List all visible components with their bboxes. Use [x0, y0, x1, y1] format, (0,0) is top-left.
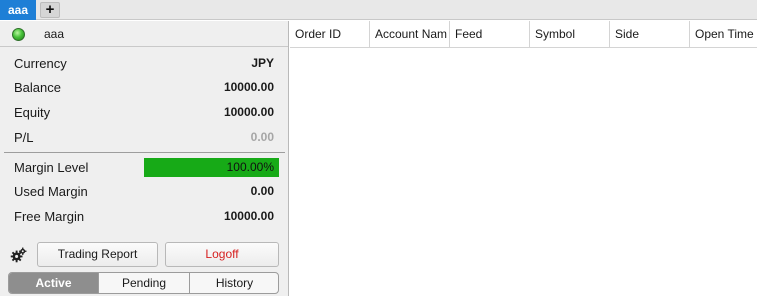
free-margin-row: Free Margin 10000.00: [0, 204, 288, 228]
tab-account-aaa[interactable]: aaa: [0, 0, 36, 20]
equity-row: Equity 10000.00: [0, 100, 288, 124]
pl-label: P/L: [14, 130, 34, 145]
free-margin-label: Free Margin: [14, 209, 85, 224]
add-tab-button[interactable]: +: [40, 2, 60, 18]
pending-view-button[interactable]: Pending: [99, 273, 190, 293]
column-header-symbol[interactable]: Symbol: [530, 21, 610, 47]
logoff-button[interactable]: Logoff: [165, 242, 279, 267]
view-switcher: Active Pending History: [8, 272, 279, 294]
currency-value: JPY: [251, 56, 274, 70]
account-header: aaa: [0, 21, 288, 47]
margin-level-value: 100.00%: [226, 160, 274, 174]
column-header-side[interactable]: Side: [610, 21, 690, 47]
section-divider: [4, 152, 285, 153]
equity-value: 10000.00: [223, 105, 274, 119]
used-margin-row: Used Margin 0.00: [0, 179, 288, 203]
balance-label: Balance: [14, 80, 61, 95]
balance-row: Balance 10000.00: [0, 75, 288, 99]
orders-grid: Order ID Account Nam Feed Symbol Side Op…: [290, 21, 757, 296]
currency-row: Currency JPY: [0, 51, 288, 75]
balance-value: 10000.00: [223, 80, 274, 94]
pl-value: 0.00: [250, 130, 274, 144]
column-header-order-id[interactable]: Order ID: [290, 21, 370, 47]
grid-header: Order ID Account Nam Feed Symbol Side Op…: [290, 21, 757, 48]
active-view-button[interactable]: Active: [9, 273, 99, 293]
history-view-button[interactable]: History: [190, 273, 278, 293]
used-margin-label: Used Margin: [14, 184, 88, 199]
margin-level-label: Margin Level: [14, 160, 89, 175]
column-header-account-name[interactable]: Account Nam: [370, 21, 450, 47]
equity-label: Equity: [14, 105, 51, 120]
pl-row: P/L 0.00: [0, 125, 288, 149]
column-header-feed[interactable]: Feed: [450, 21, 530, 47]
currency-label: Currency: [14, 56, 67, 71]
account-name: aaa: [44, 27, 65, 41]
gears-icon[interactable]: [10, 247, 27, 264]
tab-strip: aaa +: [0, 0, 757, 20]
margin-level-row: Margin Level 100.00%: [0, 155, 288, 179]
account-panel: aaa Currency JPY Balance 10000.00 Equity…: [0, 21, 289, 296]
margin-level-bar: 100.00%: [144, 158, 279, 177]
column-header-open-time[interactable]: Open Time: [690, 21, 757, 47]
used-margin-value: 0.00: [250, 184, 274, 198]
connection-status-icon: [12, 28, 25, 41]
trading-report-button[interactable]: Trading Report: [37, 242, 158, 267]
free-margin-value: 10000.00: [223, 209, 274, 223]
